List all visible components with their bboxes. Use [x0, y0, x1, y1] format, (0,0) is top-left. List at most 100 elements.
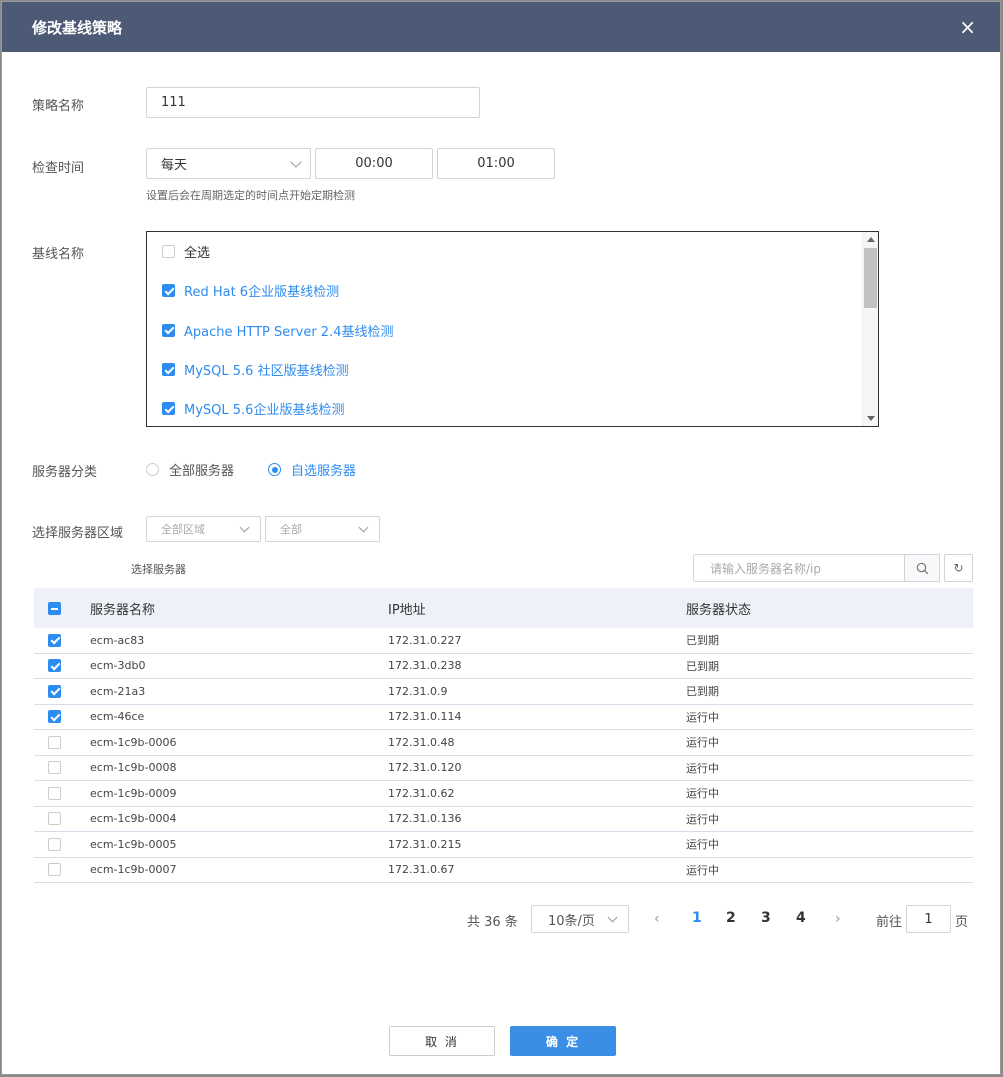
- table-body: ecm-ac83 172.31.0.227 已到期 ecm-3db0 172.31.0.…: [34, 628, 973, 883]
- checkbox-icon[interactable]: [48, 837, 61, 851]
- zone-select-value: 全部: [280, 523, 302, 536]
- table-row[interactable]: ecm-ac83 172.31.0.227 已到期: [34, 628, 973, 654]
- page-size-select[interactable]: 10条/页: [531, 905, 629, 933]
- confirm-button[interactable]: 确 定: [510, 1026, 616, 1056]
- checkbox-checked-icon[interactable]: [162, 323, 175, 337]
- baseline-item[interactable]: Red Hat 6企业版基线检测: [147, 271, 878, 310]
- cell-status: 运行中: [686, 838, 719, 852]
- table-row[interactable]: ecm-3db0 172.31.0.238 已到期: [34, 654, 973, 679]
- baseline-select-all[interactable]: 全选: [147, 232, 878, 271]
- dialog-header: 修改基线策略 ×: [2, 2, 1000, 52]
- table-row[interactable]: ecm-46ce 172.31.0.114 运行中: [34, 705, 973, 730]
- baseline-item-label: MySQL 5.6企业版基线检测: [184, 403, 345, 419]
- page-1[interactable]: 1: [692, 910, 702, 926]
- checkbox-icon[interactable]: [48, 786, 61, 800]
- cell-ip: 172.31.0.136: [388, 812, 462, 826]
- cell-ip: 172.31.0.62: [388, 786, 455, 800]
- cell-status: 运行中: [686, 761, 719, 775]
- checkbox-icon[interactable]: [48, 735, 61, 749]
- cell-status: 运行中: [686, 736, 719, 750]
- checkbox-checked-icon[interactable]: [162, 284, 175, 298]
- checkbox-checked-icon[interactable]: [162, 402, 175, 416]
- cell-ip: 172.31.0.9: [388, 684, 448, 698]
- table-row[interactable]: ecm-1c9b-0004 172.31.0.136 运行中: [34, 807, 973, 832]
- check-time-label: 检查时间: [32, 161, 85, 176]
- cell-ip: 172.31.0.67: [388, 863, 455, 877]
- baseline-item-label: Apache HTTP Server 2.4基线检测: [184, 324, 394, 340]
- check-time-hint: 设置后会在周期选定的时间点开始定期检测: [146, 189, 355, 202]
- cell-server-name: ecm-1c9b-0005: [90, 837, 177, 851]
- cell-status: 已到期: [686, 659, 719, 673]
- server-search-input[interactable]: 请输入服务器名称/ip: [693, 554, 905, 582]
- checkbox-indeterminate-icon[interactable]: [48, 601, 61, 615]
- cell-server-name: ecm-1c9b-0006: [90, 735, 177, 749]
- cell-server-name: ecm-21a3: [90, 684, 146, 698]
- cancel-button[interactable]: 取 消: [389, 1026, 495, 1056]
- baseline-item[interactable]: MySQL 5.6企业版基线检测: [147, 389, 878, 426]
- start-time-input[interactable]: 00:00: [315, 148, 433, 179]
- scroll-down-icon[interactable]: [867, 416, 875, 421]
- period-select[interactable]: 每天: [146, 148, 311, 179]
- policy-name-label: 策略名称: [32, 99, 85, 114]
- cell-ip: 172.31.0.227: [388, 633, 462, 647]
- checkbox-checked-icon[interactable]: [48, 633, 61, 647]
- table-row[interactable]: ecm-1c9b-0007 172.31.0.67 运行中: [34, 858, 973, 883]
- goto-page-input[interactable]: 1: [906, 905, 951, 933]
- cell-ip: 172.31.0.114: [388, 710, 462, 724]
- checkbox-checked-icon[interactable]: [48, 684, 61, 698]
- close-icon[interactable]: ×: [959, 17, 976, 37]
- pagination: 共 36 条 10条/页 ‹ 1 2 3 4 › 前往 1 页: [2, 905, 1002, 933]
- checkbox-checked-icon[interactable]: [48, 659, 61, 673]
- header-status: 服务器状态: [686, 602, 752, 618]
- table-header: 服务器名称 IP地址 服务器状态: [34, 588, 973, 628]
- region-select[interactable]: 全部区域: [146, 516, 261, 542]
- cell-status: 运行中: [686, 812, 719, 826]
- checkbox-icon[interactable]: [48, 863, 61, 877]
- server-table: 服务器名称 IP地址 服务器状态 ecm-ac83 172.31.0.227 已到期…: [34, 588, 973, 883]
- checkbox-icon[interactable]: [48, 761, 61, 775]
- chevron-down-icon: [607, 912, 618, 923]
- radio-all-servers[interactable]: 全部服务器: [146, 460, 234, 479]
- cell-ip: 172.31.0.238: [388, 659, 462, 673]
- table-row[interactable]: ecm-1c9b-0005 172.31.0.215 运行中: [34, 832, 973, 858]
- refresh-icon: ↻: [953, 561, 964, 575]
- page-2[interactable]: 2: [726, 910, 736, 926]
- checkbox-icon[interactable]: [162, 245, 175, 259]
- period-select-value: 每天: [161, 158, 188, 173]
- cell-server-name: ecm-1c9b-0008: [90, 761, 177, 775]
- radio-custom-servers-label: 自选服务器: [291, 464, 357, 479]
- header-server-name: 服务器名称: [90, 602, 156, 618]
- table-row[interactable]: ecm-1c9b-0008 172.31.0.120 运行中: [34, 756, 973, 781]
- baseline-item[interactable]: MySQL 5.6 社区版基线检测: [147, 350, 878, 389]
- table-row[interactable]: ecm-1c9b-0009 172.31.0.62 运行中: [34, 781, 973, 807]
- baseline-scrollbar[interactable]: [862, 232, 878, 426]
- table-row[interactable]: ecm-21a3 172.31.0.9 已到期: [34, 679, 973, 705]
- select-server-label: 选择服务器: [131, 563, 186, 576]
- prev-page-icon[interactable]: ‹: [654, 911, 660, 927]
- table-row[interactable]: ecm-1c9b-0006 172.31.0.48 运行中: [34, 730, 973, 756]
- baseline-item[interactable]: Apache HTTP Server 2.4基线检测: [147, 311, 878, 350]
- checkbox-checked-icon[interactable]: [48, 710, 61, 724]
- checkbox-checked-icon[interactable]: [162, 363, 175, 377]
- policy-name-input[interactable]: 111: [146, 87, 480, 118]
- zone-select[interactable]: 全部: [265, 516, 380, 542]
- scroll-up-icon[interactable]: [867, 237, 875, 242]
- page-4[interactable]: 4: [796, 910, 806, 926]
- chevron-down-icon: [358, 522, 369, 533]
- baseline-list: 全选 Red Hat 6企业版基线检测 Apache HTTP Server 2…: [146, 231, 879, 427]
- page-3[interactable]: 3: [761, 910, 771, 926]
- checkbox-icon[interactable]: [48, 812, 61, 826]
- chevron-down-icon: [290, 156, 302, 168]
- cell-server-name: ecm-46ce: [90, 710, 145, 724]
- next-page-icon[interactable]: ›: [835, 911, 841, 927]
- end-time-input[interactable]: 01:00: [437, 148, 555, 179]
- radio-icon[interactable]: [146, 463, 159, 476]
- cell-ip: 172.31.0.215: [388, 837, 462, 851]
- chevron-down-icon: [239, 522, 250, 533]
- cell-server-name: ecm-ac83: [90, 633, 145, 647]
- scrollbar-thumb[interactable]: [864, 248, 877, 308]
- radio-selected-icon[interactable]: [268, 463, 281, 476]
- refresh-button[interactable]: ↻: [944, 554, 973, 582]
- radio-custom-servers[interactable]: 自选服务器: [268, 460, 356, 479]
- search-button[interactable]: [904, 554, 940, 582]
